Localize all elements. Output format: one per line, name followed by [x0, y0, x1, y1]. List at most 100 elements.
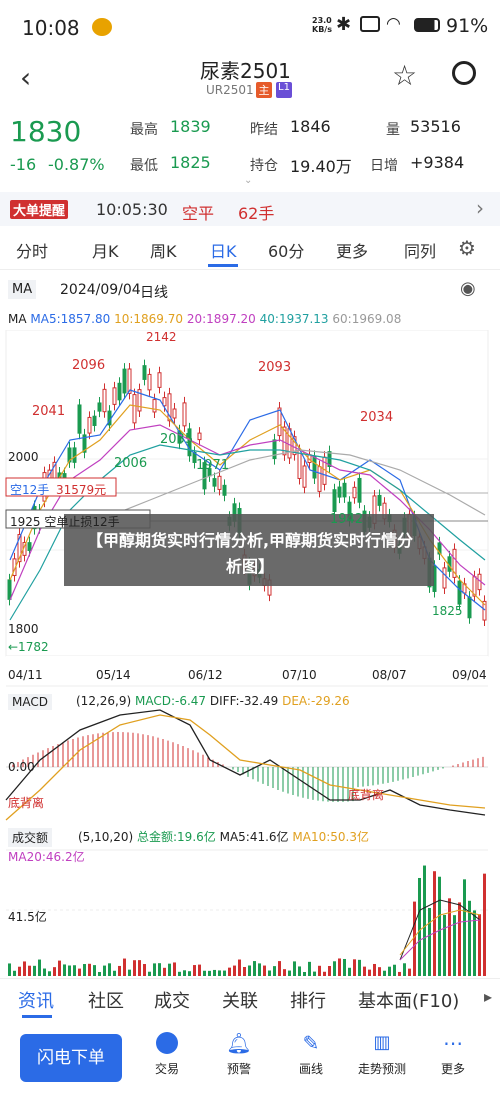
tab-day[interactable]: 日K [210, 238, 237, 262]
volume-bar [283, 969, 286, 976]
high-label: 最高 [130, 122, 158, 138]
net-speed: 23.0 KB/s [312, 16, 332, 34]
ma20-value: 20:1897.20 [186, 312, 256, 326]
candle-body [467, 596, 472, 619]
tab-60min[interactable]: 60分 [268, 238, 304, 262]
price-pct: -0.87% [48, 155, 105, 174]
volume-bar [13, 970, 16, 976]
battery-level: 91% [446, 15, 489, 37]
macd-values: (12,26,9) MACD:-6.47 DIFF:-32.49 DEA:-29… [76, 694, 350, 708]
volume-bar [98, 971, 101, 976]
diff-value: DIFF:-32.49 [209, 694, 279, 708]
volume-bar [393, 964, 396, 976]
candle-body [87, 416, 92, 434]
tab-ranking[interactable]: 排行 [290, 987, 326, 1013]
eye-icon[interactable]: ◉ [460, 278, 476, 299]
candle-body [197, 432, 202, 441]
alert-amount: 62手 [238, 204, 275, 223]
vol-value: 53516 [410, 117, 461, 136]
tab-week[interactable]: 周K [150, 238, 177, 262]
vol-ma5: MA5:41.6亿 [219, 830, 289, 844]
tab-fundamentals[interactable]: 基本面(F10) [358, 987, 459, 1013]
volume-bar [448, 898, 451, 976]
candle-body [357, 477, 362, 503]
high-value: 1839 [170, 117, 211, 136]
date-label-1: 04/11 [8, 668, 43, 682]
volume-bar [33, 965, 36, 976]
status-bar: 10:08 23.0 KB/s ✱ ◠ 91% [0, 0, 500, 55]
short-position-label: 空12手 [10, 483, 50, 497]
hold-label: 持仓 [250, 158, 278, 174]
prev-label: 昨结 [250, 122, 278, 138]
back-icon[interactable]: ‹ [20, 61, 31, 94]
volume-bar [353, 959, 356, 976]
flash-order-button[interactable]: 闪电下单 [20, 1034, 122, 1082]
search-icon[interactable] [452, 61, 476, 85]
candle-body [352, 486, 357, 499]
volume-bar [288, 970, 291, 976]
candle-body [147, 373, 152, 391]
candle-body [92, 415, 97, 426]
more-button[interactable]: ⋯ 更多 [436, 1032, 470, 1077]
overlay-title: 【甲醇期货实时行情分析,甲醇期货实时行情分析图】 [86, 531, 414, 576]
star-icon[interactable]: ☆ [392, 59, 417, 92]
volume-bar [433, 871, 436, 976]
tab-related[interactable]: 关联 [222, 987, 258, 1013]
volume-bar [388, 966, 391, 976]
volume-bar [248, 965, 251, 976]
tab-community[interactable]: 社区 [88, 987, 124, 1013]
tab-news[interactable]: 资讯 [18, 987, 54, 1013]
forecast-icon: ▥ [373, 1032, 391, 1053]
volume-selector[interactable]: 成交额 [8, 828, 53, 847]
chevron-right-icon[interactable]: › [476, 196, 484, 220]
macd-zero: 0.00 [8, 760, 35, 774]
tab-more[interactable]: 更多 [336, 238, 368, 262]
volume-bar [443, 914, 446, 976]
macd-selector[interactable]: MACD [8, 694, 52, 710]
ma10-value: 10:1869.70 [114, 312, 184, 326]
candle-body [72, 447, 77, 463]
bell-icon: 🔔︎ [226, 1031, 252, 1055]
tab-minute[interactable]: 分时 [16, 238, 48, 262]
volume-bar [108, 963, 111, 976]
draw-button[interactable]: ✎ 画线 [294, 1032, 328, 1077]
candle-body [172, 408, 177, 419]
volume-bar [228, 967, 231, 976]
pen-icon: ✎ [302, 1031, 320, 1055]
volume-bar [483, 873, 486, 976]
bluetooth-icon: ✱ [336, 14, 352, 35]
more-tabs-icon[interactable]: ▸ [484, 987, 492, 1006]
expand-icon[interactable]: ⌄ [244, 175, 252, 186]
volume-bar [403, 963, 406, 976]
volume-bar [83, 964, 86, 976]
trade-button[interactable]: 交易 [150, 1032, 184, 1077]
volume-bar [53, 967, 56, 976]
tab-peer[interactable]: 同列 [404, 238, 436, 262]
divergence-label-1: 底背离 [8, 796, 45, 810]
volume-bar [343, 958, 346, 976]
volume-bar [263, 965, 266, 976]
ma-values: MA MA5:1857.80 10:1869.70 20:1897.20 40:… [8, 312, 401, 326]
candle-body [442, 567, 447, 589]
alert-button[interactable]: 🔔︎ 预警 [222, 1032, 256, 1077]
volume-bar [63, 964, 66, 976]
volume-bar [18, 966, 21, 976]
volume-bar [253, 961, 256, 976]
ma-selector[interactable]: MA [8, 280, 37, 299]
vol-level: 41.5亿 [8, 910, 47, 924]
candle-body [162, 397, 167, 407]
tab-trades[interactable]: 成交 [154, 987, 190, 1013]
volume-bar [183, 970, 186, 976]
price-label-2096: 2096 [72, 358, 106, 373]
settings-icon[interactable]: ⚙ [458, 236, 476, 260]
volume-bar [128, 969, 131, 976]
volume-bar [238, 959, 241, 976]
ma5-value: MA5:1857.80 [30, 312, 111, 326]
volume-bar [163, 967, 166, 976]
forecast-button[interactable]: ▥ 走势预测 [352, 1032, 412, 1077]
big-order-alert[interactable]: 大单提醒 10:05:30 空平 62手 › [0, 192, 500, 226]
tab-month[interactable]: 月K [92, 238, 119, 262]
volume-bar [213, 969, 216, 976]
volume-bar [258, 963, 261, 976]
volume-bar [463, 879, 466, 976]
